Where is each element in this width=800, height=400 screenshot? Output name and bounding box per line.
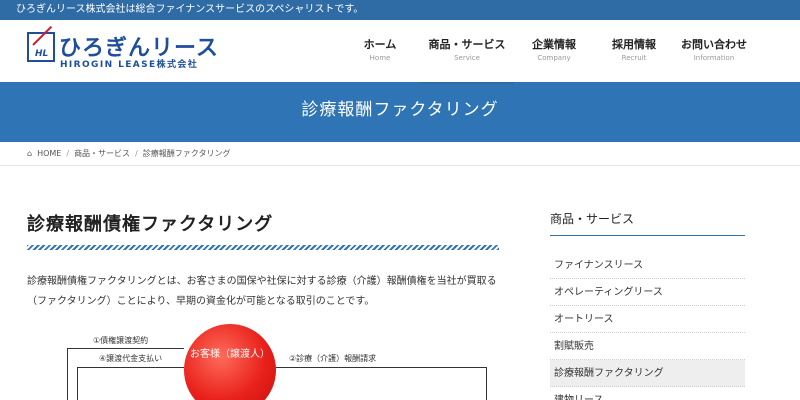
nav-sublabel: Recruit — [621, 54, 647, 62]
logo-sub-text: HIROGIN LEASE株式会社 — [60, 60, 199, 70]
nav-item-contact[interactable]: お問い合わせ Information — [674, 36, 754, 82]
main-column: 診療報酬債権ファクタリング 診療報酬債権ファクタリングとは、お客さまの国保や社保… — [27, 210, 499, 400]
arrow-line — [67, 348, 184, 349]
nav-label: ホーム — [363, 38, 397, 51]
arrow-line — [77, 367, 78, 400]
content-area: 診療報酬債権ファクタリング 診療報酬債権ファクタリングとは、お客さまの国保や社保… — [0, 166, 800, 400]
arrow-line — [276, 367, 486, 368]
sidebar-item-installment[interactable]: 割賦販売 — [550, 333, 745, 360]
nav-sublabel: Home — [369, 54, 391, 62]
customer-label: お客様（譲渡人） — [190, 349, 270, 360]
page-title: 診療報酬債権ファクタリング — [27, 214, 274, 235]
diagram-label-claim: ②診療（介護）報酬請求 — [289, 354, 377, 363]
nav-item-company[interactable]: 企業情報 Company — [514, 36, 594, 82]
logo-mark-icon: HL — [27, 25, 55, 62]
nav-item-service[interactable]: 商品・サービス Service — [420, 36, 514, 84]
nav-item-home[interactable]: ホーム Home — [340, 36, 420, 82]
sidebar-item-medical-factoring[interactable]: 診療報酬ファクタリング — [550, 360, 745, 387]
breadcrumb: ⌂ HOME / 商品・サービス / 診療報酬ファクタリング — [0, 142, 800, 166]
top-announcement-bar: ひろぎんリース株式会社は総合ファイナンスサービスのスペシャリストです。 — [0, 0, 800, 20]
sidebar-item-operating-lease[interactable]: オペレーティングリース — [550, 279, 745, 306]
arrow-line — [486, 367, 487, 400]
diagram-label-payment: ④譲渡代金支払い — [99, 354, 163, 363]
nav-label: 商品・サービス — [428, 38, 506, 51]
breadcrumb-service[interactable]: 商品・サービス — [74, 142, 130, 165]
nav-label: 採用情報 — [612, 38, 656, 51]
sidebar-item-auto-lease[interactable]: オートリース — [550, 306, 745, 333]
nav-sublabel: Information — [693, 54, 735, 62]
factoring-diagram: ①債権譲渡契約 ④譲渡代金支払い ②診療（介護）報酬請求 お客様（譲渡人） — [27, 322, 499, 400]
page-banner: 診療報酬ファクタリング — [0, 82, 800, 142]
sidebar-item-finance-lease[interactable]: ファイナンスリース — [550, 252, 745, 279]
sidebar-list: ファイナンスリース オペレーティングリース オートリース 割賦販売 診療報酬ファ… — [550, 252, 745, 400]
diagram-label-contract: ①債権譲渡契約 — [93, 336, 149, 345]
breadcrumb-current: 診療報酬ファクタリング — [142, 149, 231, 158]
nav-label: お問い合わせ — [681, 38, 747, 51]
global-nav: ホーム Home 商品・サービス Service 企業情報 Company 採用… — [340, 36, 754, 84]
arrow-line — [67, 348, 68, 400]
title-underline — [27, 245, 499, 250]
breadcrumb-separator: / — [66, 149, 70, 158]
breadcrumb-separator: / — [135, 149, 138, 158]
breadcrumb-home[interactable]: HOME — [37, 142, 61, 165]
site-header: HL ひろぎんリース HIROGIN LEASE株式会社 ホーム Home 商品… — [0, 20, 800, 84]
nav-label: 企業情報 — [532, 38, 576, 51]
site-logo[interactable]: HL ひろぎんリース HIROGIN LEASE株式会社 — [27, 25, 218, 74]
arrow-line — [77, 367, 184, 368]
nav-sublabel: Service — [454, 54, 480, 62]
sidebar-item-building-lease[interactable]: 建物リース — [550, 387, 745, 400]
home-icon: ⌂ — [27, 149, 33, 158]
nav-sublabel: Company — [537, 54, 571, 62]
customer-circle: お客様（譲渡人） — [184, 324, 276, 400]
description-text: 診療報酬債権ファクタリングとは、お客さまの国保や社保に対する診療（介護）報酬債権… — [27, 276, 497, 307]
nav-item-recruit[interactable]: 採用情報 Recruit — [594, 36, 674, 82]
sidebar: 商品・サービス ファイナンスリース オペレーティングリース オートリース 割賦販… — [550, 210, 745, 400]
sidebar-title: 商品・サービス — [550, 210, 745, 236]
